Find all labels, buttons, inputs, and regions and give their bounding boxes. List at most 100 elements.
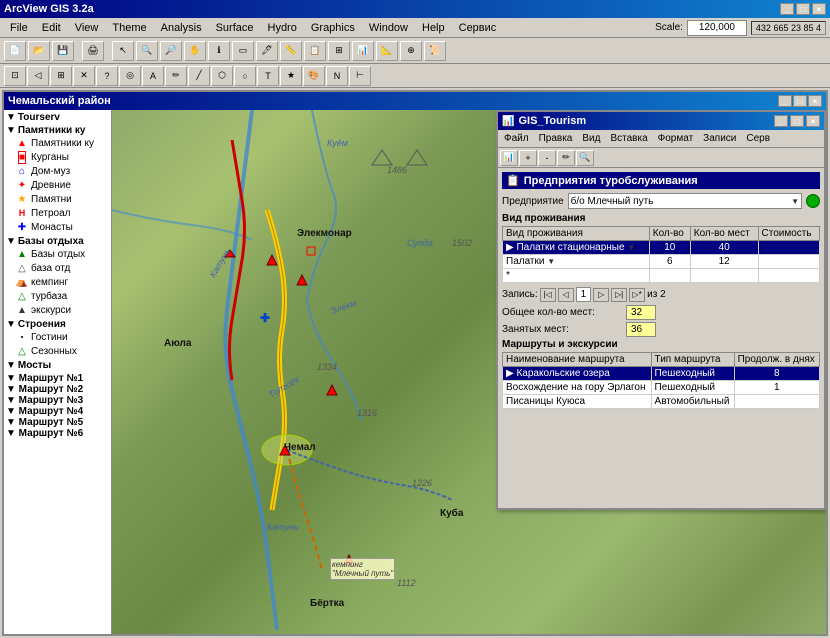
clear-btn[interactable]: ✕ — [73, 66, 95, 86]
exc-col-name: Наименование маршрута — [503, 353, 652, 367]
nav-first[interactable]: |◁ — [540, 288, 556, 302]
pan-btn[interactable]: ✋ — [184, 41, 206, 61]
zoom-full-btn[interactable]: ⊡ — [4, 66, 26, 86]
print-btn[interactable]: 🖨 — [82, 41, 104, 61]
menu-graphics[interactable]: Graphics — [305, 21, 361, 35]
legend-btn[interactable]: 📋 — [304, 41, 326, 61]
north-btn[interactable]: N — [326, 66, 348, 86]
chart-btn[interactable]: 📊 — [352, 41, 374, 61]
enterprise-dropdown[interactable]: ▼ — [791, 197, 799, 206]
legend-monuments-title[interactable]: ▼ Памятники ку — [6, 125, 109, 136]
nav-last[interactable]: ▷| — [611, 288, 627, 302]
gis-minimize-btn[interactable]: _ — [774, 115, 788, 127]
gis-close-btn[interactable]: × — [806, 115, 820, 127]
gis-tb-3[interactable]: - — [538, 150, 556, 166]
label-btn[interactable]: A — [142, 66, 164, 86]
identify-btn[interactable]: 🖊 — [256, 41, 278, 61]
menu-hydro[interactable]: Hydro — [262, 21, 303, 35]
legend-route3-title[interactable]: ▼ Маршрут №3 — [6, 395, 109, 406]
menu-window[interactable]: Window — [363, 21, 414, 35]
symbol-btn[interactable]: ★ — [280, 66, 302, 86]
menu-file[interactable]: File — [4, 21, 34, 35]
legend-route2-title[interactable]: ▼ Маршрут №2 — [6, 384, 109, 395]
gis-tb-2[interactable]: + — [519, 150, 537, 166]
new-btn[interactable]: 📄 — [4, 41, 26, 61]
legend-panel: ▼ Tourserv ▼ Памятники ку ▲ Памятники ку — [4, 110, 112, 634]
color-btn[interactable]: 🎨 — [303, 66, 325, 86]
table-row-2[interactable]: Палатки ▼ 6 12 — [503, 255, 820, 269]
exc-row-2[interactable]: Восхождение на гору Эрлагон Пешеходный 1 — [503, 381, 820, 395]
gis-menu-file[interactable]: Файл — [500, 132, 533, 145]
menu-analysis[interactable]: Analysis — [155, 21, 208, 35]
text-btn[interactable]: T — [257, 66, 279, 86]
exc-row-3[interactable]: Писаницы Куюса Автомобильный — [503, 395, 820, 409]
legend-stroenia-title[interactable]: ▼ Строения — [6, 319, 109, 330]
close-btn[interactable]: × — [812, 3, 826, 15]
script-btn[interactable]: 📜 — [424, 41, 446, 61]
map-canvas[interactable]: ✚ Элекмонар Куём Катунь Сулда Элекм Аюла… — [112, 110, 826, 634]
measure-btn[interactable]: 📏 — [280, 41, 302, 61]
scale-input[interactable] — [687, 20, 747, 36]
record-current[interactable]: 1 — [576, 287, 592, 302]
gis-maximize-btn[interactable]: □ — [790, 115, 804, 127]
map-minimize-btn[interactable]: _ — [778, 95, 792, 107]
legend-route5-title[interactable]: ▼ Маршрут №5 — [6, 417, 109, 428]
table-btn[interactable]: ⊞ — [328, 41, 350, 61]
legend-mosty-title[interactable]: ▼ Мосты — [6, 360, 109, 371]
gis-menu-insert[interactable]: Вставка — [606, 132, 651, 145]
nav-new[interactable]: ▷* — [629, 288, 645, 302]
zoom-in-btn[interactable]: 🔍 — [136, 41, 158, 61]
menu-help[interactable]: Help — [416, 21, 451, 35]
zoom-out-btn[interactable]: 🔎 — [160, 41, 182, 61]
row2-count: 6 — [649, 255, 690, 269]
menu-view[interactable]: View — [69, 21, 105, 35]
legend-route6-title[interactable]: ▼ Маршрут №6 — [6, 428, 109, 439]
menu-edit[interactable]: Edit — [36, 21, 67, 35]
exc-row2-type: Пешеходный — [651, 381, 734, 395]
map-title-buttons: _ □ × — [778, 95, 822, 107]
menu-service[interactable]: Сервис — [453, 21, 503, 35]
accommodation-table: Вид проживания Кол-во Кол-во мест Стоимо… — [502, 226, 820, 283]
select-all-btn[interactable]: ⊞ — [50, 66, 72, 86]
zoom-prev-btn[interactable]: ◁ — [27, 66, 49, 86]
menu-surface[interactable]: Surface — [210, 21, 260, 35]
gis-tb-1[interactable]: 📊 — [500, 150, 518, 166]
select-btn[interactable]: ▭ — [232, 41, 254, 61]
polygon-btn[interactable]: ⬡ — [211, 66, 233, 86]
table-row-1[interactable]: ▶ Палатки стационарные ▼ 10 40 — [503, 241, 820, 255]
layout-btn[interactable]: 📐 — [376, 41, 398, 61]
draw-btn[interactable]: ✏ — [165, 66, 187, 86]
info-btn[interactable]: ℹ — [208, 41, 230, 61]
gis-tb-4[interactable]: ✏ — [557, 150, 575, 166]
gis-menu-view[interactable]: Вид — [578, 132, 604, 145]
ext-btn[interactable]: ⊕ — [400, 41, 422, 61]
scalebar-btn[interactable]: ⊢ — [349, 66, 371, 86]
app-window: ArcView GIS 3.2a _ □ × File Edit View Th… — [0, 0, 830, 638]
nav-next[interactable]: ▷ — [593, 288, 609, 302]
legend-route1-title[interactable]: ▼ Маршрут №1 — [6, 373, 109, 384]
gis-tb-5[interactable]: 🔍 — [576, 150, 594, 166]
table-row-new[interactable]: * — [503, 269, 820, 283]
legend-group-tourserv-title[interactable]: ▼ Tourserv — [6, 112, 109, 123]
gis-menu-records[interactable]: Записи — [699, 132, 740, 145]
gis-menu-format[interactable]: Формат — [654, 132, 698, 145]
legend-route4-title[interactable]: ▼ Маршрут №4 — [6, 406, 109, 417]
legend-bases-title[interactable]: ▼ Базы отдыха — [6, 236, 109, 247]
open-btn[interactable]: 📂 — [28, 41, 50, 61]
buffer-btn[interactable]: ◎ — [119, 66, 141, 86]
map-maximize-btn[interactable]: □ — [793, 95, 807, 107]
gis-menu-serv[interactable]: Серв — [742, 132, 774, 145]
query-btn[interactable]: ? — [96, 66, 118, 86]
map-close-btn[interactable]: × — [808, 95, 822, 107]
circle-btn[interactable]: ○ — [234, 66, 256, 86]
save-btn[interactable]: 💾 — [52, 41, 74, 61]
menu-theme[interactable]: Theme — [106, 21, 152, 35]
nav-prev[interactable]: ◁ — [558, 288, 574, 302]
pointer-btn[interactable]: ↖ — [112, 41, 134, 61]
gis-menu-edit[interactable]: Правка — [535, 132, 577, 145]
line-btn[interactable]: ╱ — [188, 66, 210, 86]
exc-row-1[interactable]: ▶ Каракольские озера Пешеходный 8 — [503, 367, 820, 381]
enterprise-input[interactable]: б/о Млечный путь ▼ — [568, 193, 802, 209]
maximize-btn[interactable]: □ — [796, 3, 810, 15]
minimize-btn[interactable]: _ — [780, 3, 794, 15]
